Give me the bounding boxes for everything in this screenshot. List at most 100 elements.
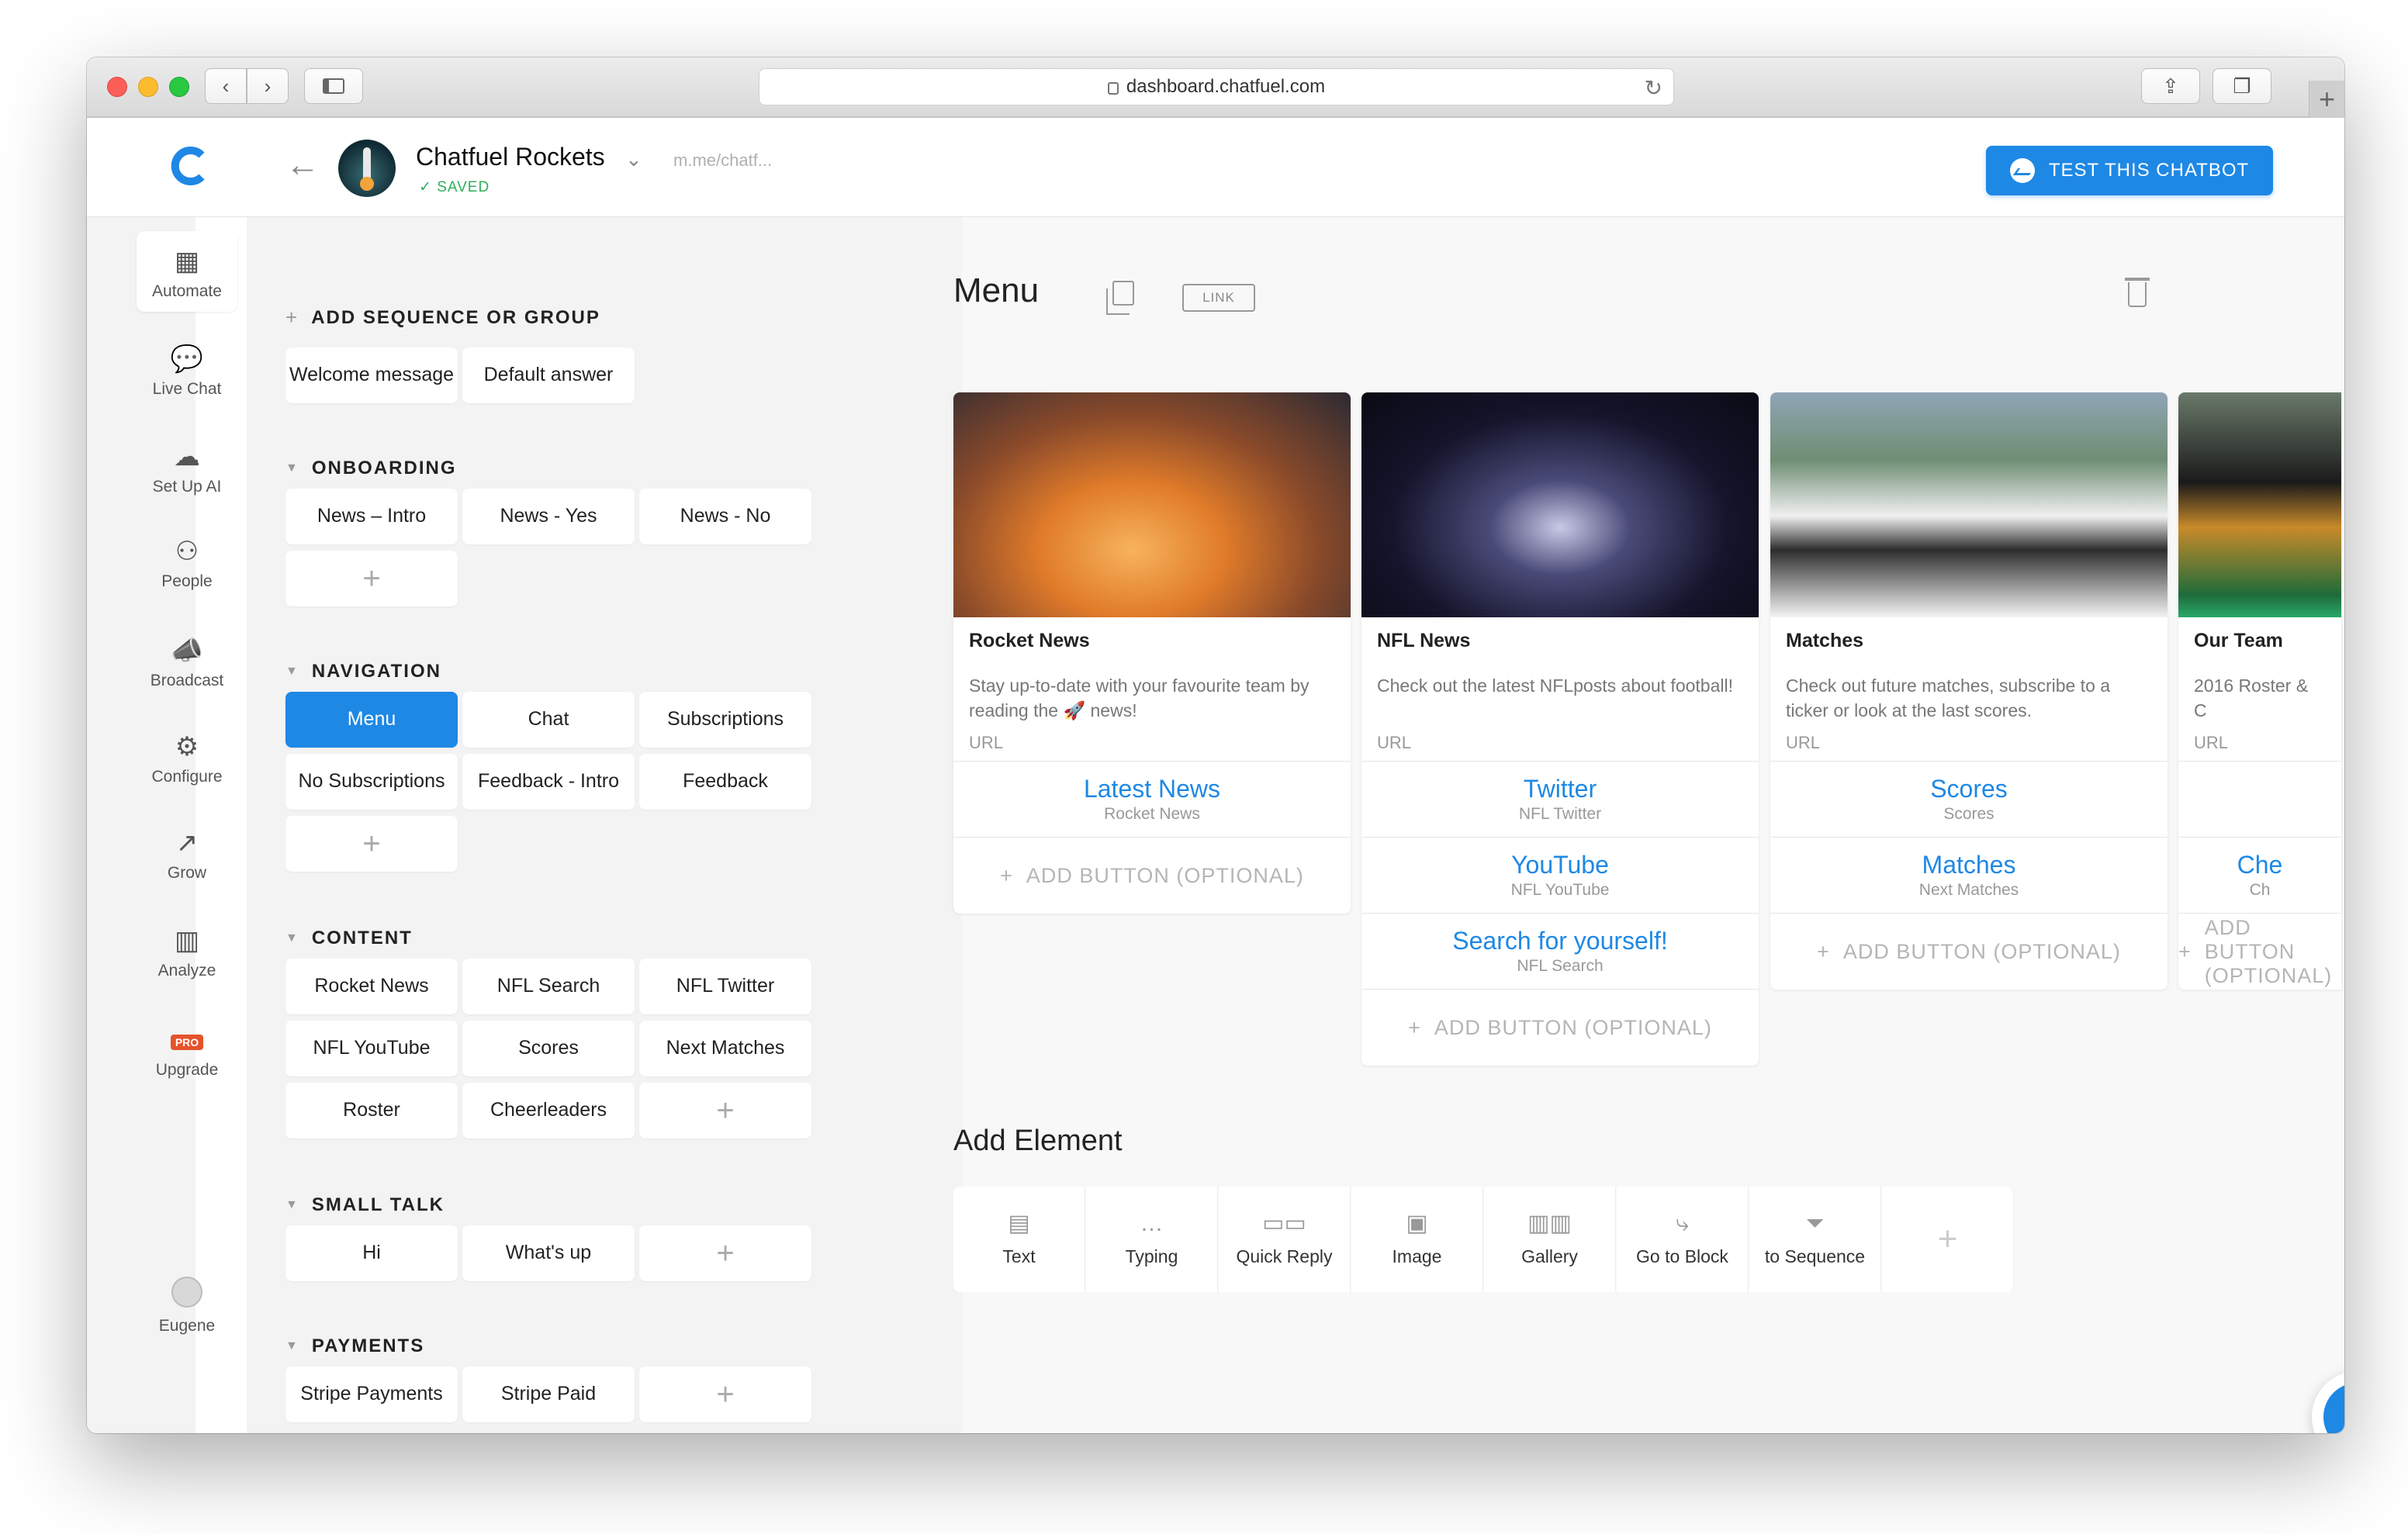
gallery-card[interactable]: Our Team 2016 Roster & C URL Che Ch + ADD BUT… xyxy=(2178,392,2341,990)
block-button[interactable]: Welcome message xyxy=(285,347,458,403)
card-description[interactable]: Check out the latest NFLposts about foot… xyxy=(1361,673,1759,731)
add-to-sequence-button[interactable]: ⏷ to Sequence xyxy=(1749,1187,1881,1292)
card-description[interactable]: Stay up-to-date with your favourite team… xyxy=(953,673,1351,731)
block-button[interactable]: News - Yes xyxy=(462,489,635,544)
trash-icon[interactable] xyxy=(2125,278,2150,307)
chevron-down-icon[interactable]: ⌄ xyxy=(625,147,642,171)
gallery-card[interactable]: Matches Check out future matches, subscri… xyxy=(1770,392,2168,990)
block-title[interactable]: Menu xyxy=(953,271,1039,310)
back-arrow-icon[interactable]: ← xyxy=(285,146,320,185)
nav-upgrade[interactable]: PRO Upgrade xyxy=(137,1010,237,1090)
block-button[interactable]: Subscriptions xyxy=(639,692,811,748)
add-button-optional[interactable]: + ADD BUTTON (OPTIONAL) xyxy=(1770,914,2168,990)
nav-grow[interactable]: ↗ Grow xyxy=(137,813,237,893)
add-gallery-button[interactable]: ▥▥ Gallery xyxy=(1484,1187,1616,1292)
reload-icon[interactable]: ↻ xyxy=(1645,75,1662,101)
rocket-launch-image[interactable] xyxy=(953,392,1351,617)
section-header[interactable]: ▼ PAYMENTS xyxy=(285,1335,424,1357)
add-typing-button[interactable]: … Typing xyxy=(1086,1187,1218,1292)
nav-people[interactable]: ⚇ People xyxy=(137,521,237,602)
nav-set-up-ai[interactable]: ☁ Set Up AI xyxy=(137,427,237,507)
nav-analyze[interactable]: ▥ Analyze xyxy=(137,910,237,991)
block-button[interactable]: NFL YouTube xyxy=(285,1021,458,1076)
add-block-button[interactable]: + xyxy=(639,1366,811,1422)
card-description[interactable]: 2016 Roster & C xyxy=(2178,673,2341,731)
duplicate-icon[interactable] xyxy=(1106,281,1134,315)
card-button[interactable] xyxy=(2178,762,2341,838)
section-header[interactable]: ▼ ONBOARDING xyxy=(285,458,457,479)
section-header[interactable]: + ADD SEQUENCE OR GROUP xyxy=(285,306,600,330)
card-button[interactable]: Matches Next Matches xyxy=(1770,838,2168,914)
block-button[interactable]: Default answer xyxy=(462,347,635,403)
card-button[interactable]: Scores Scores xyxy=(1770,762,2168,838)
add-block-button[interactable]: + xyxy=(639,1083,811,1138)
nav-broadcast[interactable]: 📣 Broadcast xyxy=(137,620,237,701)
block-button[interactable]: News - No xyxy=(639,489,811,544)
card-title[interactable]: NFL News xyxy=(1361,617,1759,673)
block-button[interactable]: Cheerleaders xyxy=(462,1083,635,1138)
block-button[interactable]: Feedback - Intro xyxy=(462,754,635,810)
card-title[interactable]: Matches xyxy=(1770,617,2168,673)
card-description[interactable]: Check out future matches, subscribe to a… xyxy=(1770,673,2168,731)
forward-nav-button[interactable]: › xyxy=(247,68,289,104)
minimize-window-button[interactable] xyxy=(138,77,158,97)
add-go-to-block-button[interactable]: ⤷ Go to Block xyxy=(1617,1187,1749,1292)
gallery-card[interactable]: NFL News Check out the latest NFLposts ab… xyxy=(1361,392,1759,1066)
card-title[interactable]: Rocket News xyxy=(953,617,1351,673)
add-button-optional[interactable]: + ADD BUTTON (OPTIONAL) xyxy=(2178,914,2341,990)
address-bar[interactable]: dashboard.chatfuel.com ↻ xyxy=(759,68,1674,105)
team-image[interactable] xyxy=(2178,392,2341,617)
gallery-card[interactable]: Rocket News Stay up-to-date with your fav… xyxy=(953,392,1351,914)
card-title[interactable]: Our Team xyxy=(2178,617,2341,673)
card-url[interactable]: URL xyxy=(1361,731,1759,762)
nav-configure[interactable]: ⚙ Configure xyxy=(137,717,237,797)
section-header[interactable]: ▼ CONTENT xyxy=(285,928,413,949)
block-button[interactable]: Stripe Payments xyxy=(285,1366,458,1422)
referees-image[interactable] xyxy=(1770,392,2168,617)
add-block-button[interactable]: + xyxy=(285,816,458,872)
block-button[interactable]: NFL Twitter xyxy=(639,959,811,1014)
card-button[interactable]: Search for yourself! NFL Search xyxy=(1361,914,1759,990)
link-button[interactable]: LINK xyxy=(1182,284,1255,312)
block-button[interactable]: News – Intro xyxy=(285,489,458,544)
card-button[interactable]: Che Ch xyxy=(2178,838,2341,914)
share-button[interactable]: ⇪ xyxy=(2141,68,2200,104)
block-button[interactable]: No Subscriptions xyxy=(285,754,458,810)
tabs-button[interactable]: ❐ xyxy=(2213,68,2271,104)
zoom-window-button[interactable] xyxy=(169,77,189,97)
bot-name[interactable]: Chatfuel Rockets xyxy=(416,143,605,171)
add-button-optional[interactable]: + ADD BUTTON (OPTIONAL) xyxy=(953,838,1351,914)
block-button[interactable]: Feedback xyxy=(639,754,811,810)
card-url[interactable]: URL xyxy=(1770,731,2168,762)
block-button[interactable]: Menu xyxy=(285,692,458,748)
sidebar-toggle-button[interactable] xyxy=(304,68,363,104)
block-button[interactable]: Scores xyxy=(462,1021,635,1076)
block-button[interactable]: Hi xyxy=(285,1225,458,1281)
card-url[interactable]: URL xyxy=(2178,731,2341,762)
nav-profile[interactable]: Eugene xyxy=(137,1266,237,1346)
add-text-button[interactable]: ▤ Text xyxy=(953,1187,1085,1292)
add-quick-reply-button[interactable]: ▭▭ Quick Reply xyxy=(1219,1187,1351,1292)
card-button[interactable]: Twitter NFL Twitter xyxy=(1361,762,1759,838)
nav-live-chat[interactable]: 💬 Live Chat xyxy=(137,329,237,409)
block-button[interactable]: NFL Search xyxy=(462,959,635,1014)
block-button[interactable]: Stripe Paid xyxy=(462,1366,635,1422)
new-tab-button[interactable]: + xyxy=(2309,81,2344,118)
block-button[interactable]: Roster xyxy=(285,1083,458,1138)
card-url[interactable]: URL xyxy=(953,731,1351,762)
block-button[interactable]: Chat xyxy=(462,692,635,748)
test-chatbot-button[interactable]: TEST THIS CHATBOT xyxy=(1986,146,2273,195)
add-image-button[interactable]: ▣ Image xyxy=(1351,1187,1483,1292)
card-button[interactable]: YouTube NFL YouTube xyxy=(1361,838,1759,914)
add-block-button[interactable]: + xyxy=(285,551,458,606)
messenger-link[interactable]: m.me/chatf... xyxy=(673,150,772,171)
section-header[interactable]: ▼ NAVIGATION xyxy=(285,661,441,682)
add-button-optional[interactable]: + ADD BUTTON (OPTIONAL) xyxy=(1361,990,1759,1066)
block-button[interactable]: What's up xyxy=(462,1225,635,1281)
card-button[interactable]: Latest News Rocket News xyxy=(953,762,1351,838)
block-button[interactable]: Rocket News xyxy=(285,959,458,1014)
section-header[interactable]: ▼ SMALL TALK xyxy=(285,1194,445,1216)
back-nav-button[interactable]: ‹ xyxy=(205,68,247,104)
add-block-button[interactable]: + xyxy=(639,1225,811,1281)
nav-automate[interactable]: ▦ Automate xyxy=(137,231,237,312)
